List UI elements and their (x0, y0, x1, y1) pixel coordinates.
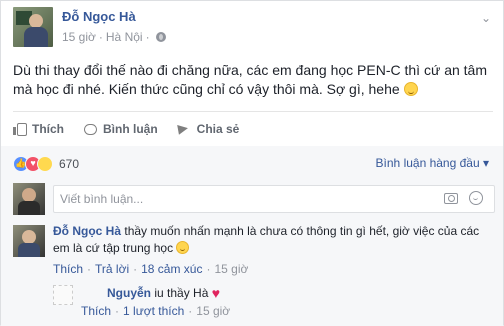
author-avatar[interactable] (13, 7, 53, 47)
share-label: Chia sẻ (196, 122, 240, 136)
dot-separator: · (133, 262, 138, 276)
smile-emoji-icon (403, 82, 418, 96)
reply-text: iu thầy Hà (154, 286, 209, 300)
heart-icon: ♥ (211, 285, 221, 301)
comment-reactions-link[interactable]: 18 cảm xúc (141, 262, 202, 276)
reply-time[interactable]: 15 giờ (196, 304, 230, 318)
dot-separator: · (115, 304, 120, 318)
post-actions: Thích Bình luận Chia sẻ (13, 119, 493, 139)
share-icon (178, 123, 191, 135)
dot-separator: · (87, 262, 92, 276)
share-button[interactable]: Chia sẻ (178, 122, 240, 136)
comment-reply-link[interactable]: Trả lời (95, 262, 129, 276)
viewer-avatar (13, 183, 45, 215)
post-text: Dù thi thay đổi thế nào đi chăng nữa, cá… (13, 61, 493, 99)
sticker-icon[interactable] (469, 191, 483, 205)
dot-separator: · (98, 30, 103, 44)
divider (13, 111, 493, 112)
smile-emoji-icon (176, 241, 190, 254)
reply-actions: Thích · 1 lượt thích · 15 giờ (81, 304, 230, 318)
like-button[interactable]: Thích (13, 122, 64, 136)
comment-sort-dropdown[interactable]: Bình luận hàng đầu ▾ (376, 156, 489, 170)
post-location[interactable]: Hà Nội (106, 30, 143, 44)
comment-input[interactable] (53, 185, 495, 213)
comment-author[interactable]: Đỗ Ngọc Hà (53, 224, 121, 238)
comment-icon (84, 123, 97, 135)
dot-separator: · (206, 262, 211, 276)
camera-icon[interactable] (444, 193, 458, 204)
comment-like-link[interactable]: Thích (53, 262, 83, 276)
comment-button[interactable]: Bình luận (84, 122, 158, 136)
comment-body: Đỗ Ngọc Hà thầy muốn nhấn mạnh là chưa c… (53, 223, 493, 257)
comment-label: Bình luận (103, 122, 158, 136)
reaction-count: 670 (59, 157, 80, 171)
dot-separator: · (145, 30, 150, 44)
dot-separator: · (188, 304, 193, 318)
post-time[interactable]: 15 giờ (62, 30, 96, 44)
reply-reactions-link[interactable]: 1 lượt thích (123, 304, 184, 318)
reply-author[interactable]: Nguyễn (107, 286, 151, 300)
thumbs-up-icon (13, 123, 27, 136)
comment-time[interactable]: 15 giờ (214, 262, 248, 276)
comment-composer (13, 183, 495, 215)
chevron-down-icon[interactable]: ⌄ (479, 11, 493, 25)
globe-icon (155, 32, 166, 42)
comment-author-avatar[interactable] (13, 225, 45, 257)
post-card: Đỗ Ngọc Hà 15 giờ · Hà Nội · ⌄ Dù thi th… (0, 0, 504, 326)
reply-author-avatar[interactable] (53, 285, 73, 305)
reply-like-link[interactable]: Thích (81, 304, 111, 318)
haha-reaction-icon (37, 156, 53, 172)
post-meta: 15 giờ · Hà Nội · (62, 30, 166, 44)
reactions-summary[interactable]: 👍 ♥ 670 (13, 156, 79, 172)
post-header: Đỗ Ngọc Hà 15 giờ · Hà Nội · ⌄ (13, 7, 493, 49)
post-author[interactable]: Đỗ Ngọc Hà (62, 9, 136, 24)
comment-actions: Thích · Trả lời · 18 cảm xúc · 15 giờ (53, 262, 248, 276)
reply-body: Nguyễn iu thầy Hà ♥ (107, 285, 220, 301)
like-label: Thích (32, 122, 64, 136)
